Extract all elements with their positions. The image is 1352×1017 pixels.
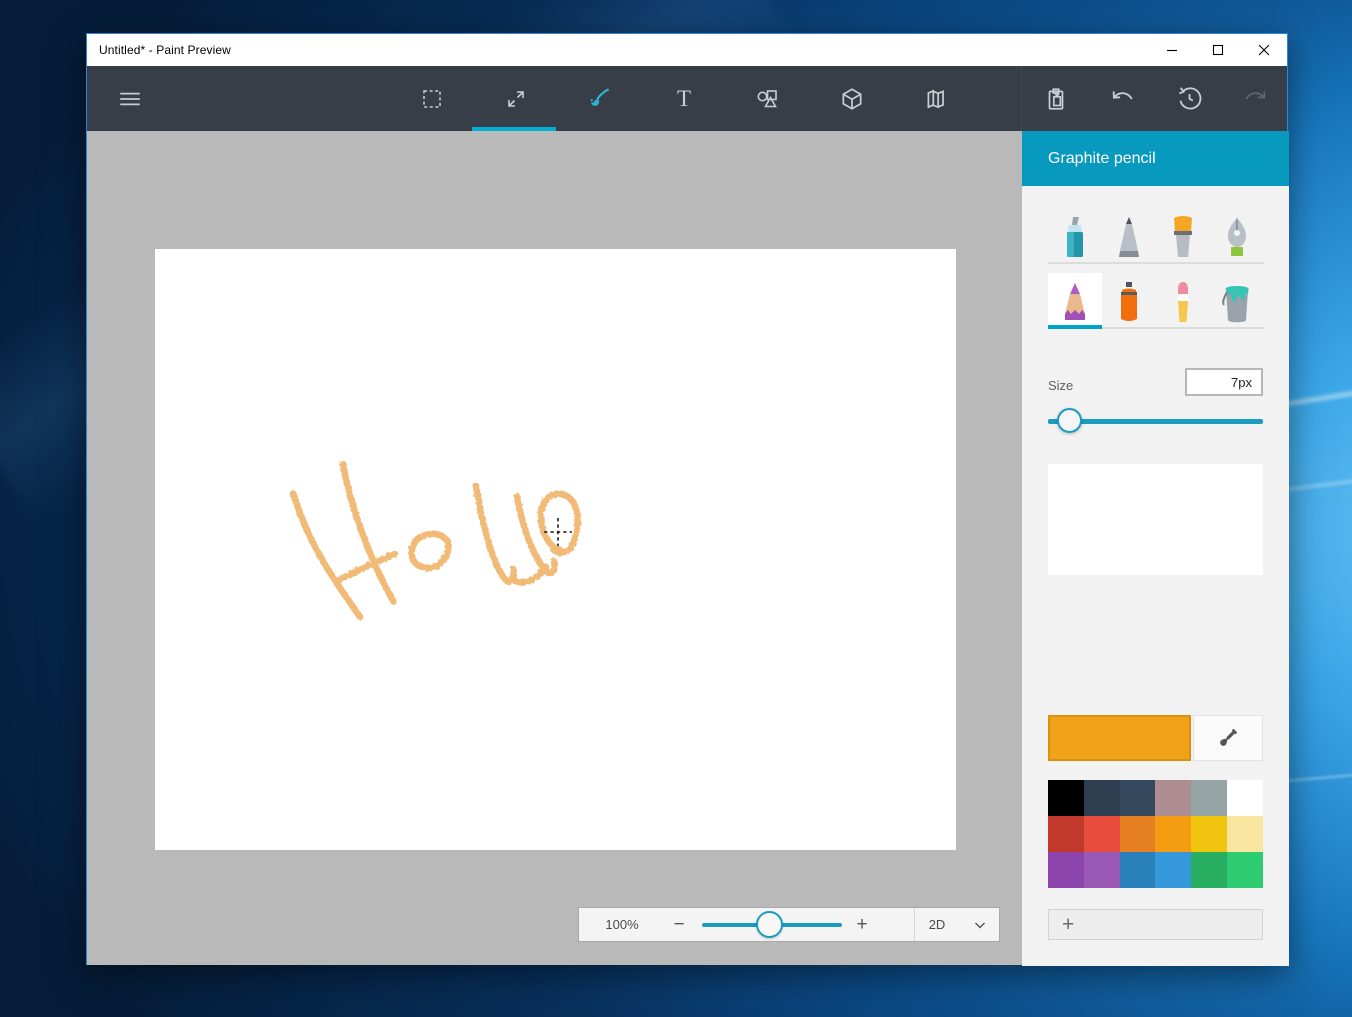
brush-icon [587, 86, 613, 112]
eraser-icon [1166, 280, 1200, 324]
tool-calligraphy-pen[interactable] [1210, 208, 1264, 264]
calligraphy-nib-icon [1220, 215, 1254, 259]
caption-buttons [1149, 34, 1287, 66]
tool-spray-can[interactable] [1102, 273, 1156, 329]
panel-header: Graphite pencil [1022, 131, 1289, 186]
shapes-icon [755, 86, 781, 112]
brush-tool-grid [1048, 208, 1264, 338]
brushes-tab-button[interactable] [567, 66, 633, 131]
brush-tool-row [1048, 208, 1264, 264]
canvas-workspace: 100% − + 2D [87, 131, 1022, 965]
drawing-canvas[interactable] [155, 249, 956, 850]
palette-color-9[interactable] [1155, 816, 1191, 852]
current-color-swatch[interactable] [1048, 715, 1191, 761]
zoom-bar: 100% − + 2D [578, 907, 1000, 942]
redo-button[interactable] [1222, 66, 1288, 131]
mode-dropdown-button[interactable] [967, 908, 993, 941]
stickers-icon [923, 86, 949, 112]
undo-icon [1109, 85, 1137, 113]
stroke-preview [1048, 464, 1263, 575]
eyedropper-icon [1216, 726, 1240, 750]
palette-color-3[interactable] [1155, 780, 1191, 816]
stickers-tool-button[interactable] [903, 66, 969, 131]
select-tool-button[interactable] [399, 66, 465, 131]
window-title: Untitled* - Paint Preview [87, 43, 231, 57]
text-tool-button[interactable]: T [651, 66, 717, 131]
tool-brush[interactable] [1156, 208, 1210, 264]
paste-button[interactable] [1023, 66, 1089, 131]
size-label: Size [1048, 378, 1073, 393]
tool-pen[interactable] [1102, 208, 1156, 264]
tool-fill-bucket[interactable] [1210, 273, 1264, 329]
plus-icon: + [1062, 913, 1074, 937]
resize-tool-button[interactable] [483, 66, 549, 131]
shapes-tool-button[interactable] [735, 66, 801, 131]
resize-expand-icon [504, 87, 528, 111]
chevron-down-icon [973, 918, 987, 932]
marquee-select-icon [420, 87, 444, 111]
size-slider-thumb[interactable] [1057, 408, 1082, 433]
palette-color-8[interactable] [1120, 816, 1156, 852]
history-button[interactable] [1156, 66, 1222, 131]
zoom-slider-thumb[interactable] [756, 911, 783, 938]
titlebar[interactable]: Untitled* - Paint Preview [87, 34, 1287, 66]
palette-color-16[interactable] [1191, 852, 1227, 888]
dimension-mode[interactable]: 2D [917, 908, 957, 941]
minimize-button[interactable] [1149, 34, 1195, 66]
palette-color-12[interactable] [1048, 852, 1084, 888]
history-clock-icon [1176, 85, 1203, 112]
cube-3d-icon [839, 86, 865, 112]
fill-bucket-icon [1218, 280, 1256, 324]
palette-color-10[interactable] [1191, 816, 1227, 852]
palette-color-4[interactable] [1191, 780, 1227, 816]
palette-color-13[interactable] [1084, 852, 1120, 888]
redo-icon [1241, 85, 1269, 113]
close-button[interactable] [1241, 34, 1287, 66]
tool-marker[interactable] [1048, 208, 1102, 264]
palette-color-5[interactable] [1227, 780, 1263, 816]
graphite-pencil-icon [1058, 280, 1092, 324]
size-input[interactable] [1185, 368, 1263, 396]
palette-color-14[interactable] [1120, 852, 1156, 888]
tool-graphite-pencil[interactable] [1048, 273, 1102, 329]
palette-color-1[interactable] [1084, 780, 1120, 816]
spray-can-icon [1112, 280, 1146, 324]
zoom-out-button[interactable]: − [663, 908, 695, 941]
palette-color-6[interactable] [1048, 816, 1084, 852]
palette-color-17[interactable] [1227, 852, 1263, 888]
maximize-button[interactable] [1195, 34, 1241, 66]
palette-color-7[interactable] [1084, 816, 1120, 852]
tool-options-panel: Graphite pencil [1022, 131, 1289, 966]
pen-icon [1112, 215, 1146, 259]
paste-clipboard-icon [1043, 86, 1069, 112]
maximize-icon [1212, 44, 1224, 56]
palette-color-0[interactable] [1048, 780, 1084, 816]
palette-color-11[interactable] [1227, 816, 1263, 852]
paint-window: Untitled* - Paint Preview [86, 33, 1288, 965]
add-color-button[interactable]: + [1048, 909, 1263, 940]
close-icon [1258, 44, 1270, 56]
zoom-in-button[interactable]: + [846, 908, 878, 941]
undo-button[interactable] [1090, 66, 1156, 131]
toolbar: T [87, 66, 1287, 131]
color-palette [1048, 780, 1263, 888]
tool-eraser[interactable] [1156, 273, 1210, 329]
brush-tool-row [1048, 273, 1264, 329]
palette-color-15[interactable] [1155, 852, 1191, 888]
hamburger-icon [117, 86, 143, 112]
selected-tool-name: Graphite pencil [1022, 150, 1156, 168]
eyedropper-button[interactable] [1193, 715, 1263, 761]
zoom-bar-divider [914, 908, 915, 941]
paintbrush-icon [1166, 215, 1200, 259]
text-tool-icon: T [677, 86, 691, 112]
menu-button[interactable] [97, 66, 163, 131]
toolbar-divider [1021, 66, 1022, 131]
palette-color-2[interactable] [1120, 780, 1156, 816]
minimize-icon [1166, 44, 1178, 56]
zoom-level: 100% [593, 908, 651, 941]
desktop-wallpaper: Untitled* - Paint Preview [0, 0, 1352, 1017]
marker-icon [1058, 215, 1092, 259]
3d-tool-button[interactable] [819, 66, 885, 131]
hello-drawing [155, 249, 956, 850]
